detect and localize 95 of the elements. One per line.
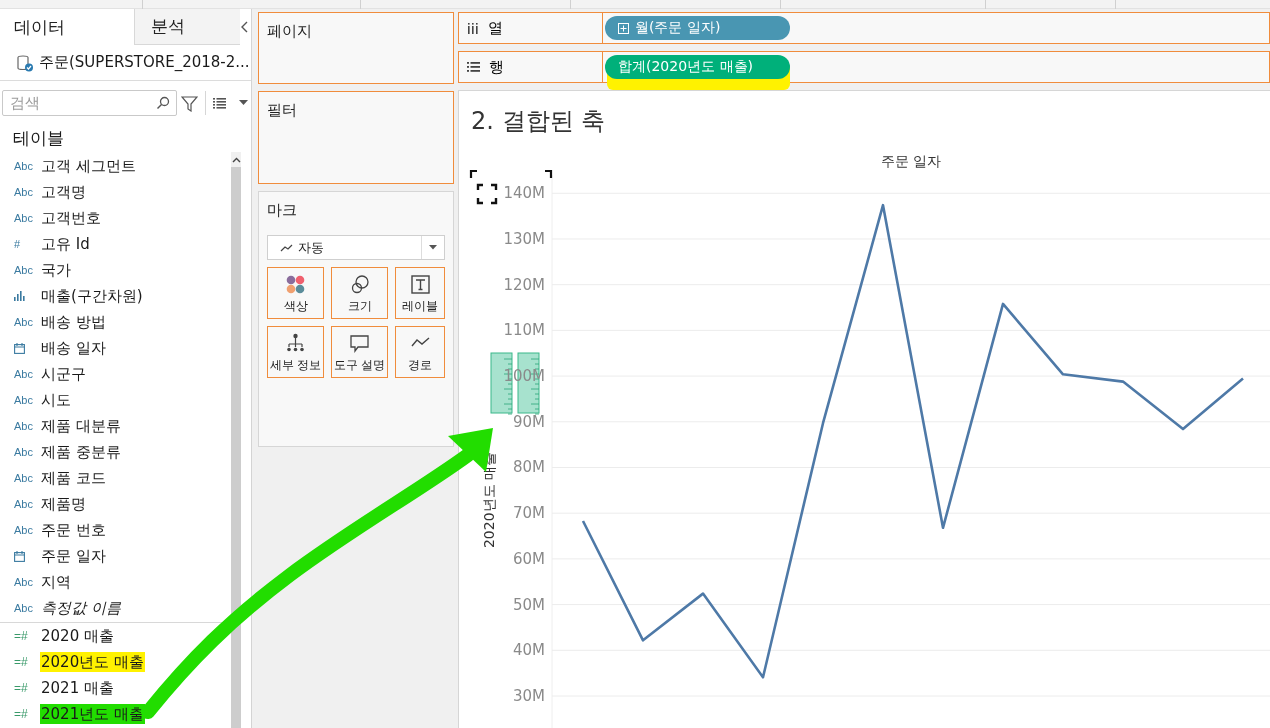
shelf-panel[interactable]: 페이지 (258, 12, 454, 84)
crop-marks-icon (469, 169, 553, 180)
calendar-icon (14, 342, 25, 354)
field-type-icon: =# (0, 681, 40, 695)
field-name[interactable]: 주문 일자 (40, 546, 107, 566)
field-type-icon: Abc (0, 368, 40, 380)
field-type-icon: =# (0, 655, 40, 669)
columns-icon (467, 22, 479, 34)
section-heading: 테이블 (12, 127, 65, 150)
shelf-label: 열 (488, 18, 503, 38)
field-name[interactable]: 제품 중분류 (40, 442, 122, 462)
field-type-icon: Abc (0, 160, 40, 172)
field-name[interactable]: 고객 세그먼트 (40, 156, 137, 176)
text-box-icon (409, 274, 431, 295)
datasource-name[interactable]: 주문(SUPERSTORE_2018-2... (39, 53, 250, 72)
field-type-icon: Abc (0, 316, 40, 328)
axis-tick-label: 60M (512, 549, 545, 568)
panel-tab[interactable]: 분석 (134, 9, 240, 45)
marks-title: 마크 (267, 201, 297, 220)
scroll-up-icon[interactable] (231, 157, 241, 163)
field-name[interactable]: 2020 매출 (40, 626, 115, 646)
mark-property-button[interactable]: 레이블 (395, 267, 445, 319)
shelf-title: 페이지 (267, 22, 312, 41)
fit-icon[interactable] (476, 183, 498, 205)
mark-property-button[interactable]: 세부 정보 (267, 326, 324, 378)
field-type-icon: =# (0, 629, 40, 643)
field-name[interactable]: 국가 (40, 260, 72, 280)
field-name[interactable]: 2021년도 매출 (40, 704, 145, 724)
field-name[interactable]: 2021 매출 (40, 678, 115, 698)
field-name[interactable]: 제품 코드 (40, 468, 107, 488)
axis-tick-label: 120M (503, 275, 545, 294)
axis-tick-label: 90M (512, 412, 545, 431)
field-name[interactable]: 배송 방법 (40, 312, 107, 332)
field-name[interactable]: 제품 대분류 (40, 416, 122, 436)
dropdown-caret-icon[interactable] (239, 100, 249, 106)
field-type-icon: Abc (0, 602, 40, 614)
shelf-title: 필터 (267, 101, 297, 120)
axis-tick-label: 80M (512, 458, 545, 477)
field-name[interactable]: 시군구 (40, 364, 87, 384)
field-type-icon: Abc (0, 446, 40, 458)
database-icon (16, 53, 34, 72)
dots-icon (285, 274, 306, 295)
field-name[interactable]: 측정값 이름 (40, 598, 122, 618)
hierarchy-icon (285, 333, 306, 354)
shelf-panel[interactable]: 필터 (258, 91, 454, 184)
axis-tick-label: 40M (512, 641, 545, 660)
field-name[interactable]: 시도 (40, 390, 72, 410)
speech-bubble-icon (349, 333, 370, 354)
field-type-icon: Abc (0, 264, 40, 276)
field-name[interactable]: 고유 Id (40, 234, 91, 254)
shelf-label: 행 (489, 57, 504, 77)
field-name[interactable]: 지역 (40, 572, 72, 592)
axis-tick-label: 70M (512, 504, 545, 523)
circles-icon (349, 274, 370, 295)
axis-tick-label: 130M (503, 230, 545, 248)
field-type-icon: Abc (0, 472, 40, 484)
field-name[interactable]: 제품명 (40, 494, 87, 514)
axis-tick-label: 110M (503, 321, 545, 340)
axis-title: 주문 일자 (880, 153, 942, 169)
field-type-icon: Abc (0, 420, 40, 432)
axis-tick-label: 30M (512, 687, 545, 705)
rows-icon (467, 62, 480, 72)
field-type-icon: Abc (0, 498, 40, 510)
mark-type-dropdown[interactable]: 자동 (267, 235, 445, 260)
field-type-icon: Abc (0, 524, 40, 536)
mark-property-button[interactable]: 색상 (267, 267, 324, 319)
field-name[interactable]: 매출(구간차원) (40, 286, 144, 306)
dropdown-caret-icon[interactable] (429, 245, 437, 250)
field-name[interactable]: 주문 번호 (40, 520, 107, 540)
worksheet-title: 2. 결합된 축 (471, 106, 606, 137)
field-type-icon: Abc (0, 576, 40, 588)
field-type-icon: Abc (0, 212, 40, 224)
field-name[interactable]: 고객번호 (40, 208, 102, 228)
search-field[interactable]: 검색 (2, 90, 177, 116)
field-type-icon: Abc (0, 394, 40, 406)
calendar-icon (14, 550, 25, 562)
field-name[interactable]: 배송 일자 (40, 338, 107, 358)
scrollbar[interactable] (231, 152, 241, 728)
filter-icon[interactable] (181, 94, 198, 112)
field-type-icon: =# (0, 707, 40, 721)
field-name[interactable]: 2020년도 매출 (40, 652, 145, 672)
mark-property-button[interactable]: 크기 (331, 267, 388, 319)
mark-property-button[interactable]: 도구 설명 (331, 326, 388, 378)
expand-icon[interactable] (618, 22, 629, 34)
mark-property-button[interactable]: 경로 (395, 326, 445, 378)
axis-tick-label: 140M (503, 184, 545, 203)
list-view-icon[interactable] (213, 97, 226, 109)
field-type-icon: # (0, 238, 40, 250)
axis-tick-label: 50M (512, 595, 545, 614)
field-name[interactable]: 고객명 (40, 182, 87, 202)
field-type-icon: Abc (0, 186, 40, 198)
line-icon (280, 243, 293, 252)
search-icon[interactable] (156, 96, 170, 110)
collapse-icon[interactable] (241, 21, 249, 33)
histogram-icon (14, 291, 26, 301)
